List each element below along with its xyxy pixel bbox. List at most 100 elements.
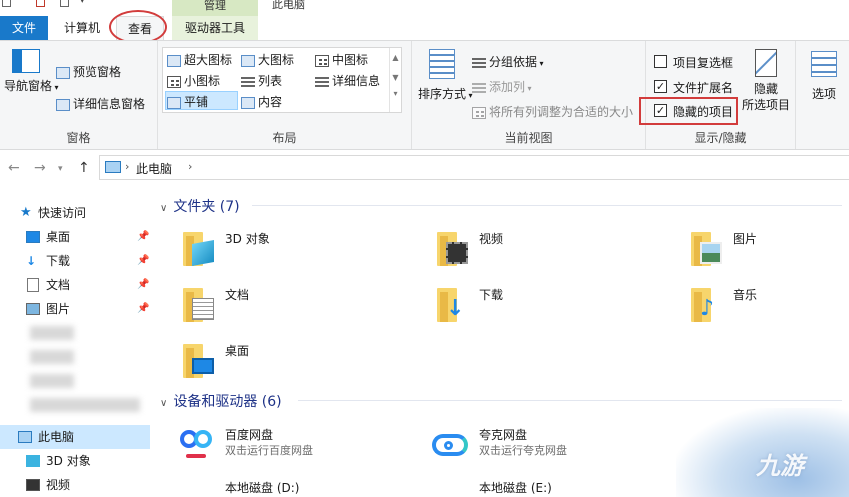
folder-pictures[interactable]: 图片 xyxy=(688,226,849,276)
file-extensions-label[interactable]: 文件扩展名 xyxy=(673,79,733,96)
item-checkboxes-label[interactable]: 项目复选框 xyxy=(673,54,733,71)
ribbon-tab-strip: ▾ 管理 此电脑 文件 计算机 查看 驱动器工具 xyxy=(0,0,849,44)
breadcrumb-this-pc[interactable]: 此电脑 xyxy=(136,160,172,177)
address-field[interactable]: › 此电脑 › xyxy=(99,155,849,180)
layout-list[interactable]: 列表 xyxy=(241,72,282,89)
film-icon xyxy=(446,242,468,264)
device-name: 百度网盘 xyxy=(225,428,274,442)
hidden-items-label[interactable]: 隐藏的项目 xyxy=(673,103,733,120)
up-arrow-icon[interactable]: ↑ xyxy=(78,160,90,176)
folders-section-header[interactable]: ∨ 文件夹 (7) xyxy=(160,196,240,216)
sort-by-button[interactable]: 排序方式 ▾ xyxy=(418,49,473,102)
folder-icon xyxy=(180,340,214,380)
folder-videos[interactable]: 视频 xyxy=(434,226,674,276)
details-pane-icon xyxy=(56,98,70,111)
layout-list-label: 列表 xyxy=(258,74,283,88)
hidden-items-checkbox[interactable]: ✓ xyxy=(654,104,667,117)
folder-icon xyxy=(180,228,214,268)
tab-computer[interactable]: 计算机 xyxy=(56,16,108,40)
tiles-icon xyxy=(167,96,181,109)
nav-pictures[interactable]: 图片 📌 xyxy=(0,297,150,321)
layout-large-icons[interactable]: 大图标 xyxy=(241,51,294,68)
collapse-chevron-icon[interactable]: ∨ xyxy=(160,398,167,409)
new-folder-icon[interactable] xyxy=(60,0,69,7)
layout-extra-large-icons[interactable]: 超大图标 xyxy=(167,51,232,68)
current-view-group-label: 当前视图 xyxy=(504,131,553,145)
customize-dropdown-icon[interactable]: ▾ xyxy=(80,0,85,6)
download-arrow-icon: ↓ xyxy=(446,296,465,321)
blurred-nav-item xyxy=(30,374,74,388)
item-checkboxes-checkbox[interactable] xyxy=(654,55,667,68)
nav-pane-button[interactable]: 导航窗格 ▾ xyxy=(4,49,59,94)
preview-pane-icon xyxy=(56,66,70,79)
pin-icon[interactable]: 📌 xyxy=(137,225,149,249)
layout-medium-icons[interactable]: 中图标 xyxy=(315,51,368,68)
folder-desktop[interactable]: 桌面 xyxy=(180,338,420,388)
options-label: 选项 xyxy=(811,87,836,101)
options-button[interactable]: 选项 xyxy=(806,51,842,102)
group-by-label: 分组依据 xyxy=(489,55,538,69)
add-columns-label: 添加列 xyxy=(489,80,526,94)
expand-gallery-icon[interactable]: ▾ xyxy=(390,88,401,100)
nav-videos[interactable]: 视频 xyxy=(0,473,150,497)
size-columns-icon xyxy=(472,106,486,119)
hide-selected-items-button[interactable]: 隐藏 所选项目 xyxy=(740,49,792,113)
device-baidu-netdisk[interactable]: 百度网盘 双击运行百度网盘 xyxy=(176,422,416,472)
size-columns-label: 将所有列调整为合适的大小 xyxy=(489,105,634,119)
collapse-chevron-icon[interactable]: ∨ xyxy=(160,203,167,214)
layout-details-label: 详细信息 xyxy=(332,74,381,88)
pin-icon[interactable]: 📌 xyxy=(137,297,149,321)
layout-content[interactable]: 内容 xyxy=(241,93,282,110)
size-all-columns-button[interactable]: 将所有列调整为合适的大小 xyxy=(472,103,633,120)
device-quark-netdisk[interactable]: 夸克网盘 双击运行夸克网盘 xyxy=(430,422,670,472)
recent-locations-icon[interactable]: ▾ xyxy=(58,164,63,174)
nav-desktop[interactable]: 桌面 📌 xyxy=(0,225,150,249)
blurred-nav-item xyxy=(30,350,74,364)
nav-downloads-label: 下载 xyxy=(46,254,71,268)
tab-view[interactable]: 查看 xyxy=(116,16,164,41)
tab-drive-tools[interactable]: 驱动器工具 xyxy=(172,16,258,40)
nav-3d-objects[interactable]: 3D 对象 xyxy=(0,449,150,473)
folder-icon xyxy=(180,284,214,324)
folder-music[interactable]: ♪ 音乐 xyxy=(688,282,849,332)
nav-downloads[interactable]: ↓ 下载 📌 xyxy=(0,249,150,273)
drive-e[interactable]: 本地磁盘 (E:) xyxy=(430,475,670,497)
computer-icon xyxy=(18,431,32,443)
checkbox-icon[interactable] xyxy=(36,0,45,7)
layout-group-label: 布局 xyxy=(272,131,297,145)
nav-this-pc[interactable]: 此电脑 xyxy=(0,425,150,449)
properties-icon[interactable] xyxy=(2,0,11,7)
drive-label: 本地磁盘 (D:) xyxy=(225,481,300,495)
document-icon xyxy=(27,278,39,292)
nav-documents[interactable]: 文档 📌 xyxy=(0,273,150,297)
folder-3d-objects[interactable]: 3D 对象 xyxy=(180,226,420,276)
folder-label: 桌面 xyxy=(225,344,250,358)
folder-downloads[interactable]: ↓ 下载 xyxy=(434,282,674,332)
layout-tiles[interactable]: 平铺 xyxy=(167,93,208,110)
pin-icon[interactable]: 📌 xyxy=(137,273,149,297)
breadcrumb-chevron-icon[interactable]: › xyxy=(188,160,192,173)
nav-quick-access[interactable]: ★ 快速访问 xyxy=(0,201,150,225)
back-arrow-icon[interactable]: ← xyxy=(8,160,20,176)
add-columns-button[interactable]: 添加列 ▾ xyxy=(472,78,532,95)
details-pane-button[interactable]: 详细信息窗格 xyxy=(56,95,145,112)
preview-pane-button[interactable]: 预览窗格 xyxy=(56,63,121,80)
file-extensions-checkbox[interactable]: ✓ xyxy=(654,80,667,93)
layout-content-label: 内容 xyxy=(258,95,283,109)
pin-icon[interactable]: 📌 xyxy=(137,249,149,273)
group-by-icon xyxy=(472,56,486,69)
scroll-up-icon[interactable]: ▲ xyxy=(390,48,401,68)
scroll-down-icon[interactable]: ▼ xyxy=(390,68,401,88)
devices-section-header[interactable]: ∨ 设备和驱动器 (6) xyxy=(160,391,282,411)
drive-d[interactable]: 本地磁盘 (D:) xyxy=(176,475,416,497)
layout-details[interactable]: 详细信息 xyxy=(315,72,380,89)
nav-desktop-label: 桌面 xyxy=(46,230,71,244)
large-icons-icon xyxy=(241,54,255,67)
breadcrumb-chevron-icon[interactable]: › xyxy=(125,160,129,173)
folder-documents[interactable]: 文档 xyxy=(180,282,420,332)
forward-arrow-icon[interactable]: → xyxy=(34,160,46,176)
layout-small-icons[interactable]: 小图标 xyxy=(167,72,220,89)
tab-file[interactable]: 文件 xyxy=(0,16,48,40)
layout-gallery-scroller[interactable]: ▲ ▼ ▾ xyxy=(389,48,401,112)
group-by-button[interactable]: 分组依据 ▾ xyxy=(472,53,544,70)
